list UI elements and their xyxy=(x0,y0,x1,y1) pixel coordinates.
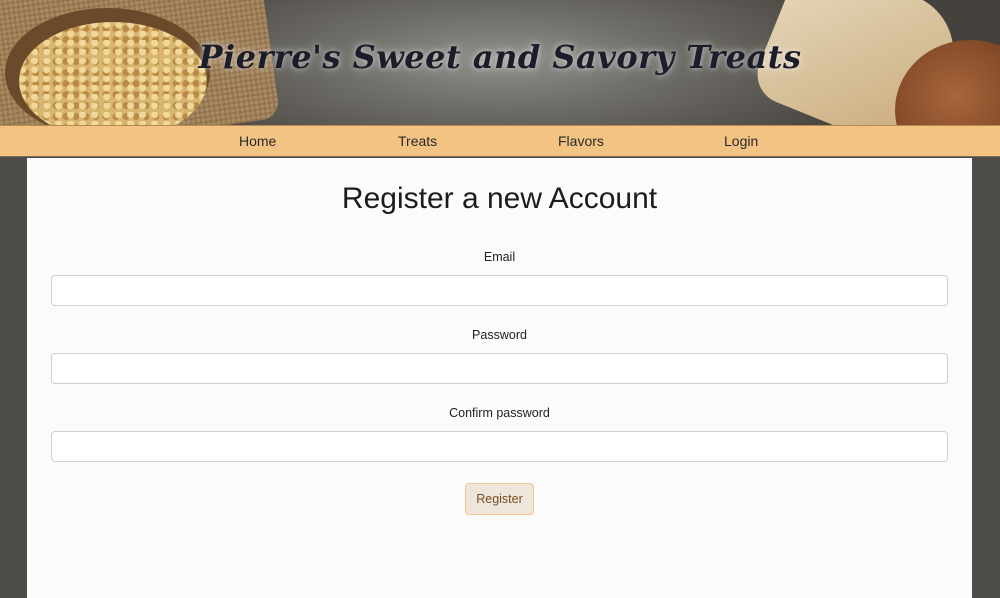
register-card: Register a new Account Email Password Co… xyxy=(27,158,972,598)
main-navbar: Home Treats Flavors Login xyxy=(0,125,1000,157)
site-title: Pierre's Sweet and Savory Treats xyxy=(198,38,802,76)
register-button[interactable]: Register xyxy=(465,483,534,515)
nav-link-flavors[interactable]: Flavors xyxy=(558,133,604,149)
nav-link-treats[interactable]: Treats xyxy=(398,133,437,149)
email-label: Email xyxy=(483,250,516,264)
confirm-password-field[interactable] xyxy=(51,431,948,462)
page-title: Register a new Account xyxy=(341,182,658,215)
password-field[interactable] xyxy=(51,353,948,384)
email-field[interactable] xyxy=(51,275,948,306)
site-banner: Pierre's Sweet and Savory Treats xyxy=(0,0,1000,125)
nav-link-login[interactable]: Login xyxy=(724,133,758,149)
nav-link-home[interactable]: Home xyxy=(239,133,276,149)
password-label: Password xyxy=(472,328,527,342)
confirm-password-label: Confirm password xyxy=(449,406,550,420)
